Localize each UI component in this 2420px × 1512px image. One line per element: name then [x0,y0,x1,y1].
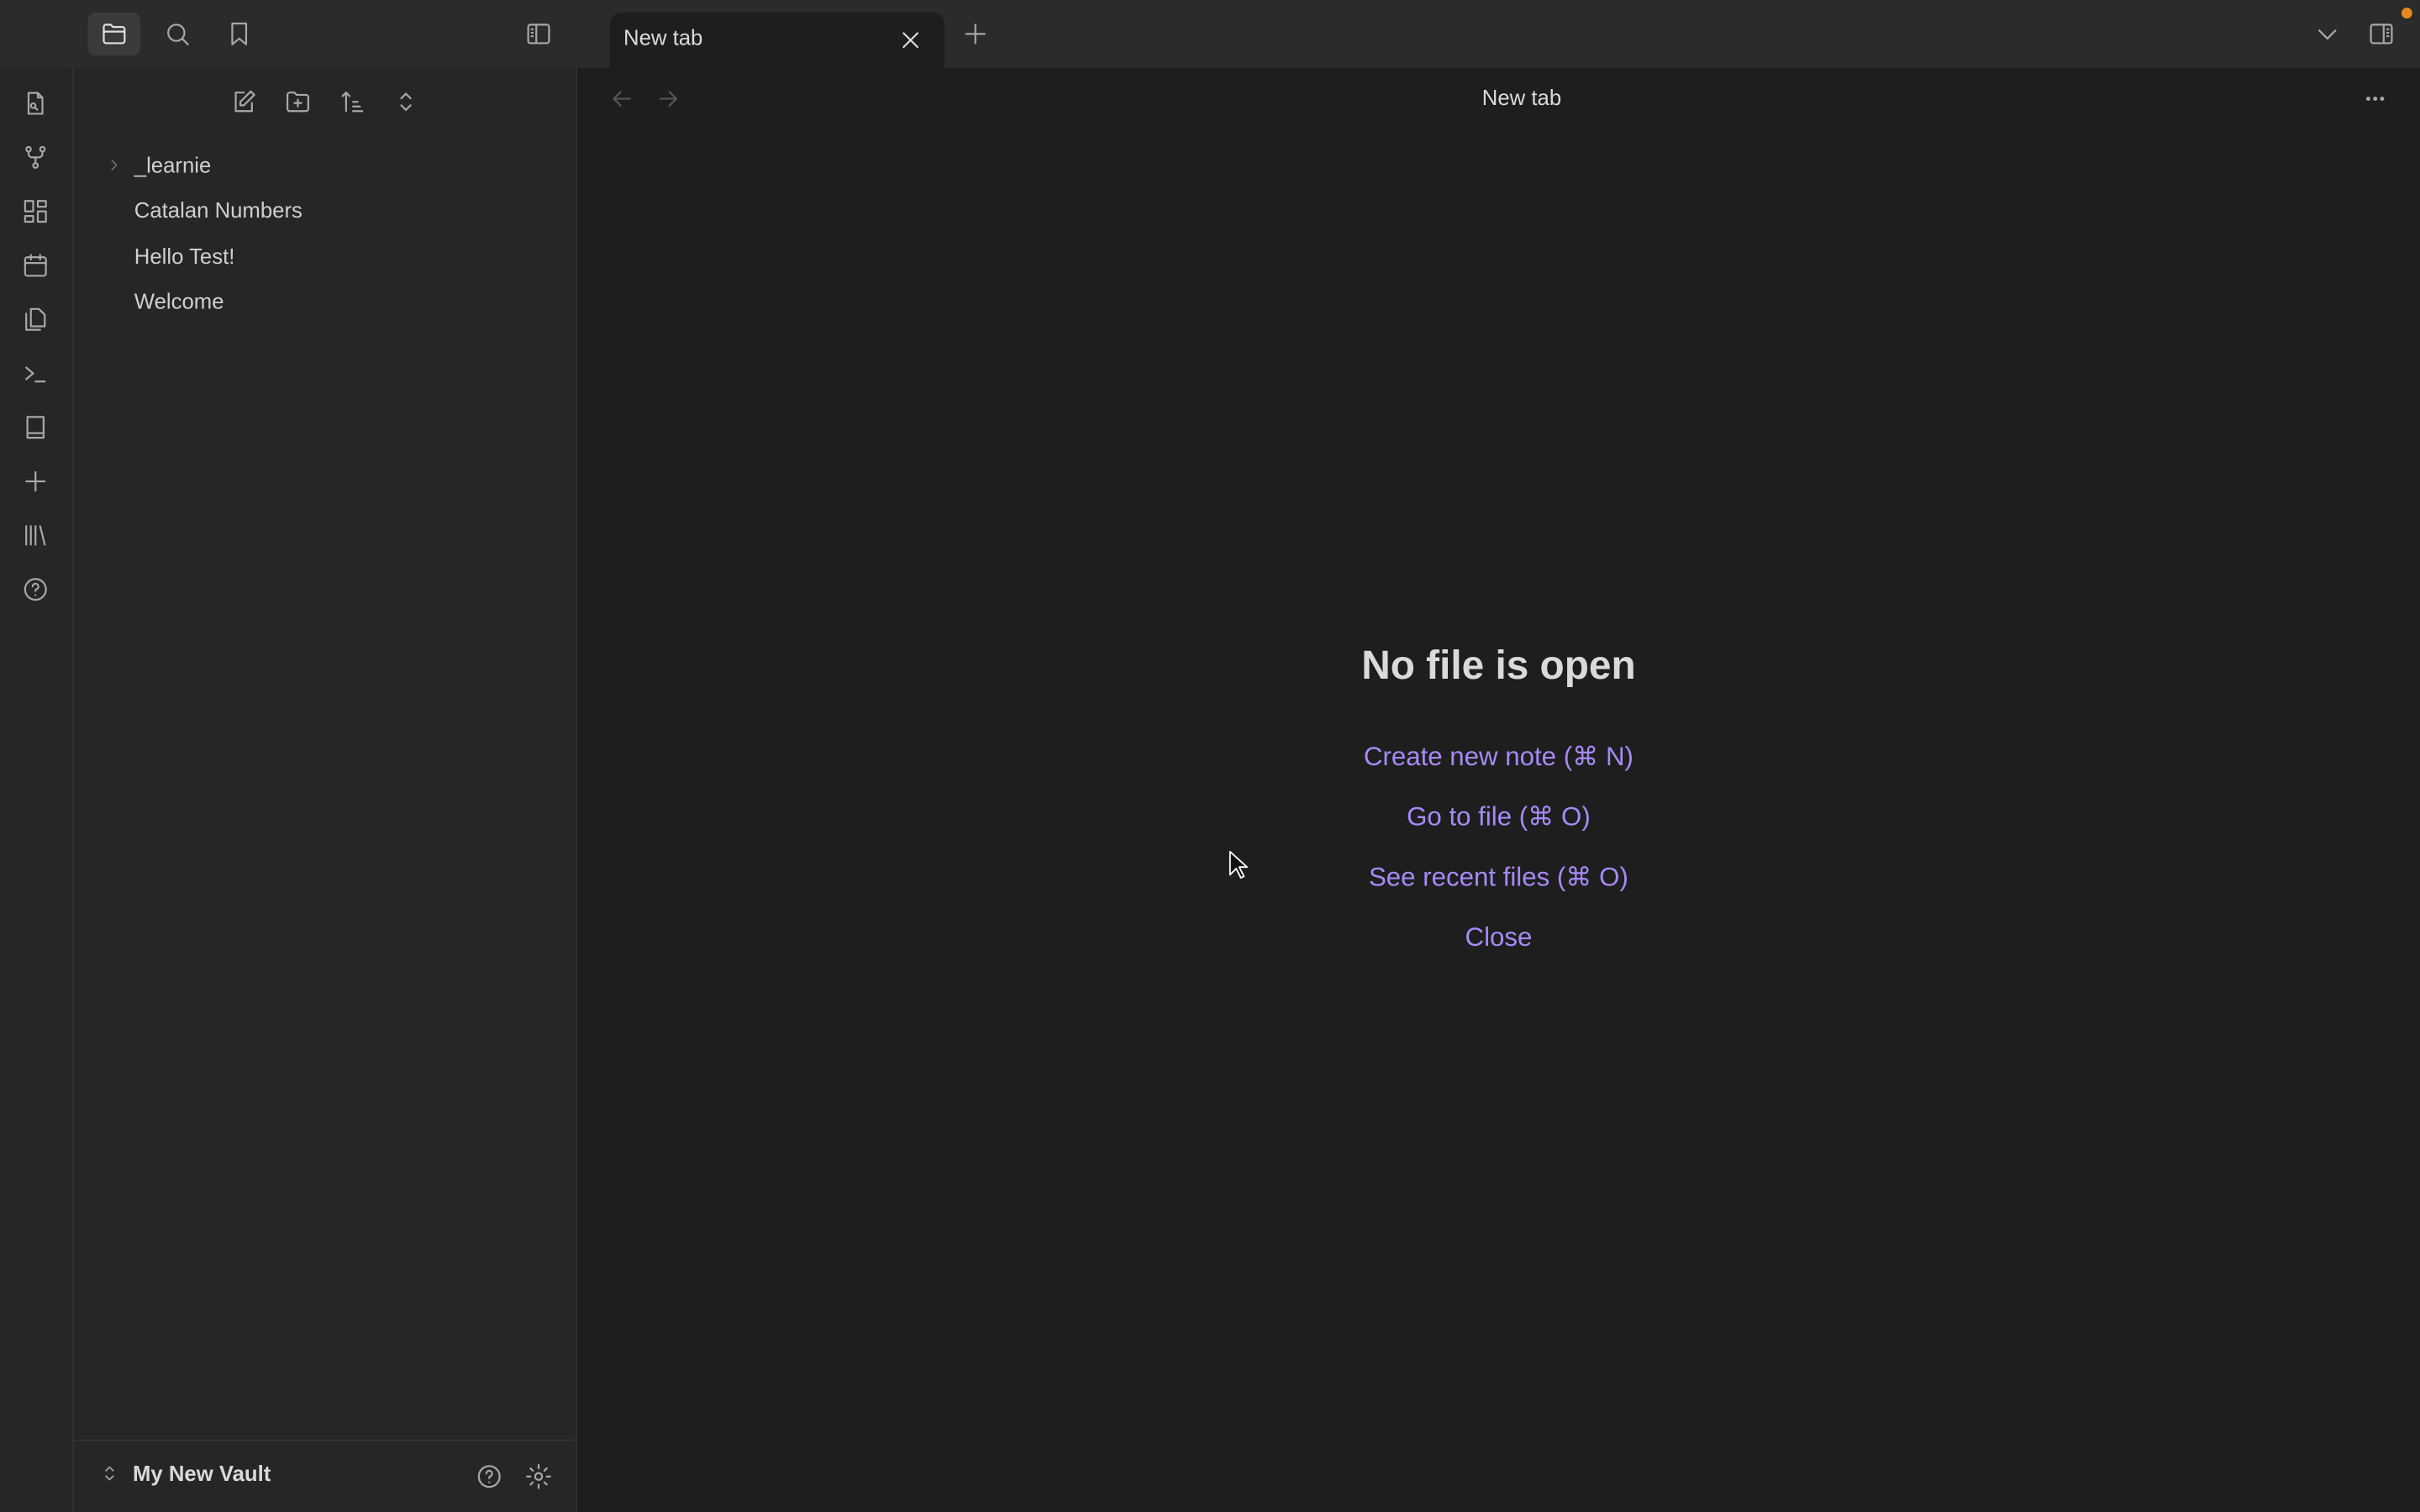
empty-state-title: No file is open [577,642,2420,690]
file-explorer-tab[interactable] [88,13,140,55]
ribbon-canvas[interactable] [9,190,61,233]
toggle-left-sidebar-button[interactable] [513,13,565,55]
git-fork-icon [22,144,50,171]
vault-name: My New Vault [133,1461,271,1485]
gear-icon [524,1462,552,1490]
bookmark-icon [225,20,253,48]
ribbon-help[interactable] [9,568,61,611]
sidebar-right-icon [2367,20,2395,48]
file-explorer: _learnie Catalan Numbers Hello Test! Wel… [74,68,577,1512]
chevrons-up-down-icon [392,88,420,116]
sort-button[interactable] [326,81,378,123]
ribbon-daily-note[interactable] [9,244,61,286]
ribbon-book[interactable] [9,406,61,449]
search-icon [164,20,192,48]
help-circle-icon [22,575,50,603]
file-item[interactable]: Welcome [134,288,224,312]
ribbon-add[interactable] [9,459,61,502]
more-horizontal-icon [2361,85,2389,113]
file-item[interactable]: Hello Test! [134,244,235,268]
ribbon-quick-switcher[interactable] [9,81,61,124]
library-icon [22,522,50,549]
chevron-down-icon [2313,20,2341,48]
copy-files-icon [22,306,50,333]
tab-label: New tab [623,24,702,49]
notification-dot [2402,8,2412,18]
view-header-title: New tab [577,85,2420,109]
vault-switcher[interactable]: My New Vault [99,1461,271,1485]
file-search-icon [22,90,50,118]
terminal-icon [22,360,50,387]
bookmarks-tab[interactable] [213,13,265,55]
plus-icon [961,20,989,48]
ribbon [0,68,74,1512]
go-to-file-link[interactable]: Go to file (⌘ O) [577,802,2420,833]
folder-icon [100,20,128,48]
new-note-button[interactable] [218,81,270,123]
ribbon-templates[interactable] [9,297,61,340]
more-options-button[interactable] [2349,77,2401,120]
create-new-note-link[interactable]: Create new note (⌘ N) [577,742,2420,773]
collapse-all-button[interactable] [380,81,432,123]
close-icon [897,26,924,54]
editor-pane: New tab No file is open Create new note … [577,68,2420,1512]
help-button[interactable] [463,1455,515,1498]
mouse-cursor-icon [1228,850,1250,881]
search-tab[interactable] [151,13,203,55]
edit-icon [230,88,258,116]
title-bar: New tab [0,0,2420,68]
divider [74,1440,576,1441]
tab-list-button[interactable] [2302,13,2354,55]
help-circle-icon [476,1462,503,1490]
calendar-icon [22,251,50,279]
see-recent-files-link[interactable]: See recent files (⌘ O) [577,863,2420,894]
book-icon [22,413,50,441]
toggle-right-sidebar-button[interactable] [2355,13,2407,55]
tab-new-tab[interactable]: New tab [609,13,944,68]
folder-plus-icon [284,88,312,116]
chevron-right-icon[interactable] [105,153,124,177]
plus-icon [22,468,50,496]
chevrons-up-down-icon [99,1462,121,1484]
ribbon-graph-view[interactable] [9,136,61,179]
sidebar-left-icon [524,20,552,48]
new-folder-button[interactable] [271,81,324,123]
new-tab-button[interactable] [950,13,1002,55]
layout-dashboard-icon [22,197,50,225]
settings-button[interactable] [513,1455,565,1498]
close-link[interactable]: Close [577,922,2420,953]
ribbon-command-palette[interactable] [9,352,61,395]
sort-icon [338,88,366,116]
ribbon-library[interactable] [9,514,61,557]
file-item[interactable]: Catalan Numbers [134,197,302,222]
folder-item[interactable]: _learnie [134,153,212,177]
close-tab-button[interactable] [891,18,931,61]
